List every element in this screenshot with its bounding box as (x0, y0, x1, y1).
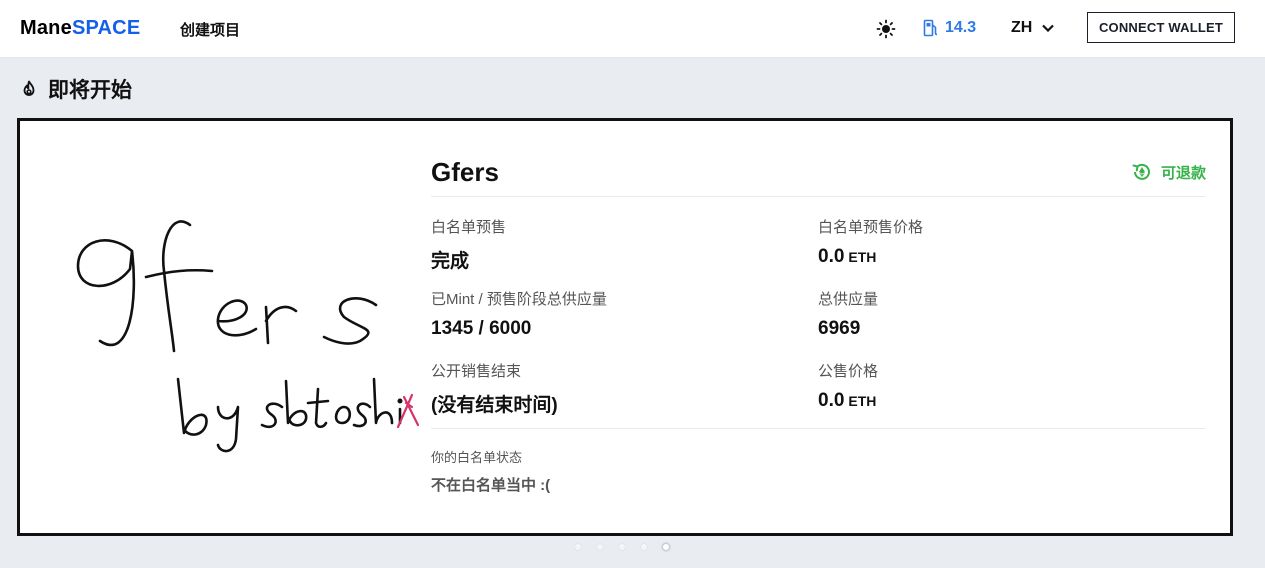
public-price-number: 0.0 (818, 390, 845, 411)
divider (431, 196, 1205, 197)
sun-icon[interactable] (876, 19, 896, 39)
minted-value: 1345 / 6000 (431, 318, 532, 339)
top-bar: ManeSPACE 创建项目 14.3 ZH CONNECT WALLET (0, 0, 1265, 58)
whitelist-price-number: 0.0 (818, 246, 845, 267)
public-price-value: 0.0 ETH (818, 390, 876, 412)
project-card[interactable]: Gfers 可退款 白名单预售 完成 白名单预售价格 0.0 ETH 已Mint … (17, 118, 1233, 536)
whitelist-price-unit: ETH (848, 249, 877, 265)
section-title-text: 即将开始 (48, 79, 132, 102)
whitelist-status-label: 你的白名单状态 (431, 450, 523, 465)
divider (431, 428, 1205, 429)
gas-value: 14.3 (945, 19, 977, 36)
refund-label: 可退款 (1161, 164, 1207, 182)
carousel-pagination (574, 543, 670, 551)
minted-label: 已Mint / 预售阶段总供应量 (431, 291, 607, 308)
total-supply-value: 6969 (818, 318, 861, 339)
language-label: ZH (1011, 19, 1033, 36)
public-price-unit: ETH (848, 393, 877, 409)
chevron-down-icon (1042, 24, 1055, 32)
public-sale-end-label: 公开销售结束 (431, 363, 522, 380)
nav-create-project[interactable]: 创建项目 (180, 19, 240, 40)
project-name: Gfers (431, 157, 499, 187)
carousel-dot[interactable] (618, 543, 626, 551)
public-price-label: 公售价格 (818, 363, 879, 380)
gas-price: 14.3 (923, 18, 976, 38)
flame-icon (23, 80, 35, 96)
carousel-dot[interactable] (596, 543, 604, 551)
refund-icon (1132, 163, 1150, 180)
whitelist-status-value: 不在白名单当中 :( (431, 477, 551, 494)
carousel-dot[interactable] (574, 543, 582, 551)
language-selector[interactable]: ZH (1011, 18, 1055, 38)
public-sale-end-value: (没有结束时间) (431, 395, 558, 416)
whitelist-presale-value: 完成 (431, 251, 470, 272)
whitelist-price-value: 0.0 ETH (818, 246, 876, 268)
connect-wallet-button[interactable]: CONNECT WALLET (1087, 12, 1235, 43)
refund-badge: 可退款 (1131, 161, 1206, 183)
logo-part-space: SPACE (71, 17, 141, 39)
carousel-dot[interactable] (640, 543, 648, 551)
section-title: 即将开始 (20, 76, 132, 102)
project-artwork (76, 220, 420, 453)
logo[interactable]: ManeSPACE (20, 17, 140, 40)
whitelist-price-label: 白名单预售价格 (818, 219, 924, 236)
whitelist-presale-label: 白名单预售 (431, 219, 507, 236)
gas-pump-icon (923, 19, 938, 37)
logo-part-mane: Mane (20, 17, 72, 39)
carousel-dot-active[interactable] (662, 543, 670, 551)
total-supply-label: 总供应量 (818, 291, 879, 308)
